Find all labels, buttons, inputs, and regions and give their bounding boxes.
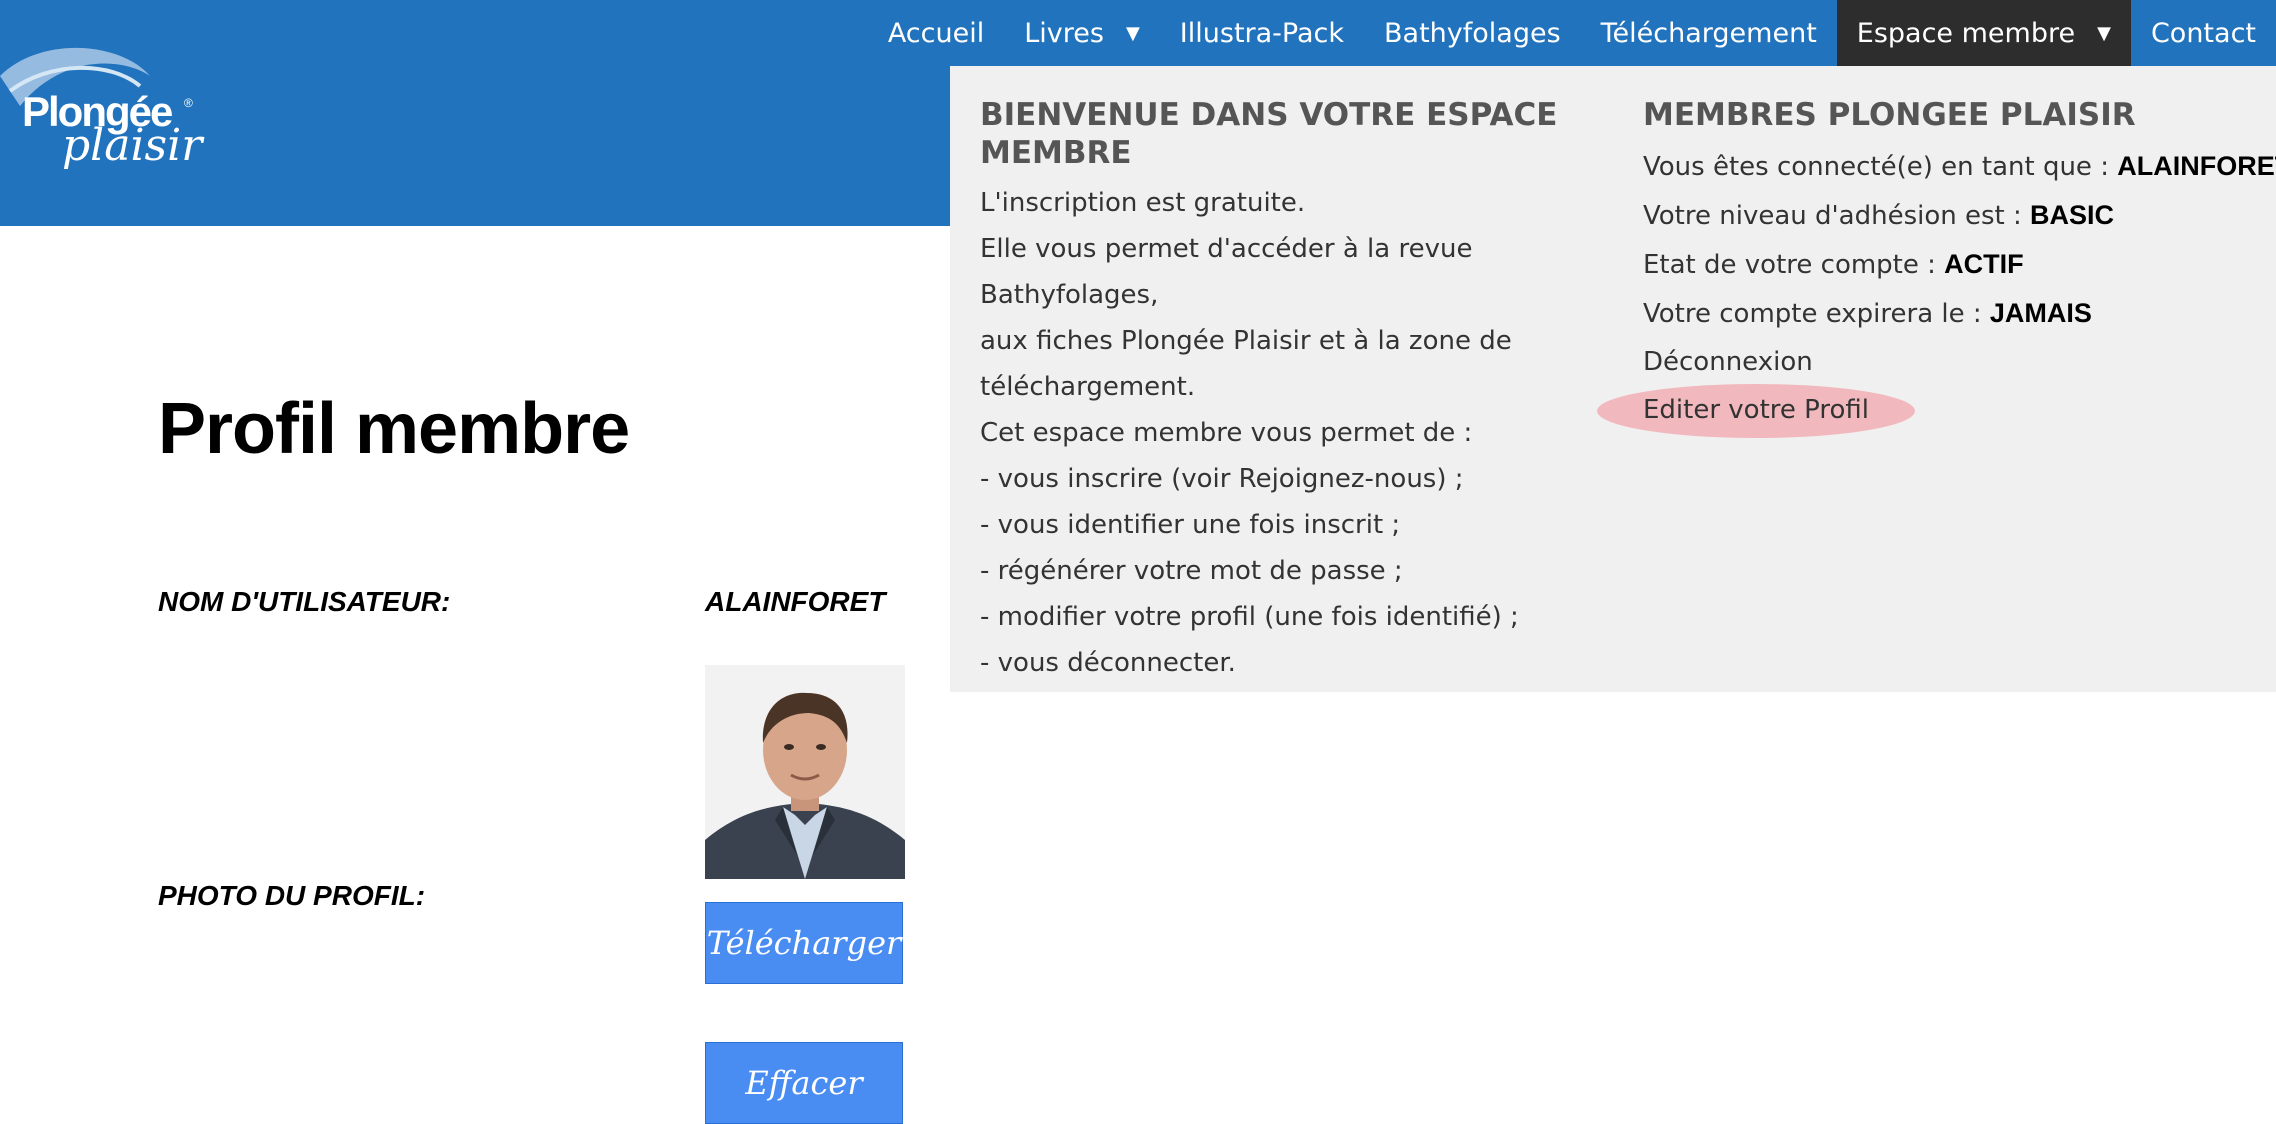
nav-bathyfolages[interactable]: Bathyfolages bbox=[1364, 0, 1581, 66]
caret-down-icon: ▼ bbox=[1125, 22, 1140, 44]
logo-word-plaisir: plaisir bbox=[62, 120, 205, 171]
nav-livres[interactable]: Livres ▼ bbox=[1004, 0, 1160, 66]
page-title: Profil membre bbox=[158, 389, 630, 469]
welcome-line: Elle vous permet d'accéder à la revue Ba… bbox=[980, 234, 1473, 310]
welcome-line: - régénérer votre mot de passe ; bbox=[980, 556, 1403, 586]
welcome-column: BIENVENUE DANS VOTRE ESPACE MEMBRE L'ins… bbox=[980, 96, 1620, 686]
member-dropdown-menu: BIENVENUE DANS VOTRE ESPACE MEMBRE L'ins… bbox=[950, 66, 2276, 692]
status-value: BASIC bbox=[2030, 200, 2115, 230]
nav-label: Accueil bbox=[887, 17, 985, 49]
welcome-line: aux fiches Plongée Plaisir et à la zone … bbox=[980, 326, 1512, 356]
logout-link[interactable]: Déconnexion bbox=[1643, 338, 2263, 386]
registered-mark-icon: ® bbox=[184, 96, 193, 110]
upload-photo-button[interactable]: Télécharger bbox=[705, 902, 903, 984]
delete-photo-button[interactable]: Effacer bbox=[705, 1042, 903, 1124]
status-label: Vous êtes connecté(e) en tant que : bbox=[1643, 152, 2118, 182]
member-status-column: MEMBRES PLONGEE PLAISIR Vous êtes connec… bbox=[1597, 96, 2276, 438]
status-row-user: Vous êtes connecté(e) en tant que : ALAI… bbox=[1643, 142, 2276, 191]
status-row-level: Votre niveau d'adhésion est : BASIC bbox=[1643, 191, 2263, 240]
nav-telechargement[interactable]: Téléchargement bbox=[1581, 0, 1837, 66]
status-value: ACTIF bbox=[1944, 249, 2024, 279]
welcome-line: téléchargement. bbox=[980, 372, 1196, 402]
welcome-line: L'inscription est gratuite. bbox=[980, 188, 1306, 218]
edit-profile-link[interactable]: Editer votre Profil bbox=[1597, 384, 1915, 438]
main-nav: Accueil Livres ▼ Illustra-Pack Bathyfolag… bbox=[868, 0, 2276, 66]
avatar bbox=[705, 665, 905, 879]
status-row-account: Etat de votre compte : ACTIF bbox=[1643, 240, 2263, 289]
status-label: Votre niveau d'adhésion est : bbox=[1643, 201, 2031, 231]
status-label: Etat de votre compte : bbox=[1643, 250, 1945, 280]
nav-label: Illustra-Pack bbox=[1179, 17, 1345, 49]
welcome-line: - vous déconnecter. bbox=[980, 648, 1236, 678]
welcome-line: - vous identifier une fois inscrit ; bbox=[980, 510, 1401, 540]
nav-label: Espace membre bbox=[1856, 17, 2076, 49]
username-label: NOM D'UTILISATEUR: bbox=[158, 586, 451, 617]
welcome-line: - modifier votre profil (une fois identi… bbox=[980, 602, 1519, 632]
nav-accueil[interactable]: Accueil bbox=[868, 0, 1004, 66]
nav-espace-membre[interactable]: Espace membre ▼ bbox=[1836, 0, 2131, 66]
nav-contact[interactable]: Contact bbox=[2131, 0, 2276, 66]
welcome-line: Cet espace membre vous permet de : bbox=[980, 418, 1473, 448]
nav-label: Contact bbox=[2150, 17, 2256, 49]
nav-label: Livres bbox=[1024, 17, 1104, 49]
photo-label: PHOTO DU PROFIL: bbox=[158, 880, 426, 911]
site-logo[interactable]: Plongée ® plaisir bbox=[0, 36, 220, 186]
caret-down-icon: ▼ bbox=[2097, 22, 2111, 44]
status-value: JAMAIS bbox=[1989, 298, 2092, 328]
nav-label: Téléchargement bbox=[1600, 17, 1817, 49]
profile-photo bbox=[705, 665, 905, 879]
nav-illustra-pack[interactable]: Illustra-Pack bbox=[1160, 0, 1364, 66]
logo-graphic: Plongée ® plaisir bbox=[0, 47, 205, 171]
username-value: ALAINFORET bbox=[705, 586, 886, 617]
status-label: Votre compte expirera le : bbox=[1643, 299, 1990, 329]
members-heading: MEMBRES PLONGEE PLAISIR bbox=[1643, 97, 2136, 133]
nav-label: Bathyfolages bbox=[1384, 17, 1561, 49]
edit-profile-label: Editer votre Profil bbox=[1643, 395, 1870, 425]
status-value: ALAINFORET bbox=[2117, 151, 2276, 181]
status-row-expiry: Votre compte expirera le : JAMAIS bbox=[1643, 289, 2263, 338]
welcome-heading: BIENVENUE DANS VOTRE ESPACE MEMBRE bbox=[980, 97, 1558, 171]
welcome-line: - vous inscrire (voir Rejoignez-nous) ; bbox=[980, 464, 1464, 494]
